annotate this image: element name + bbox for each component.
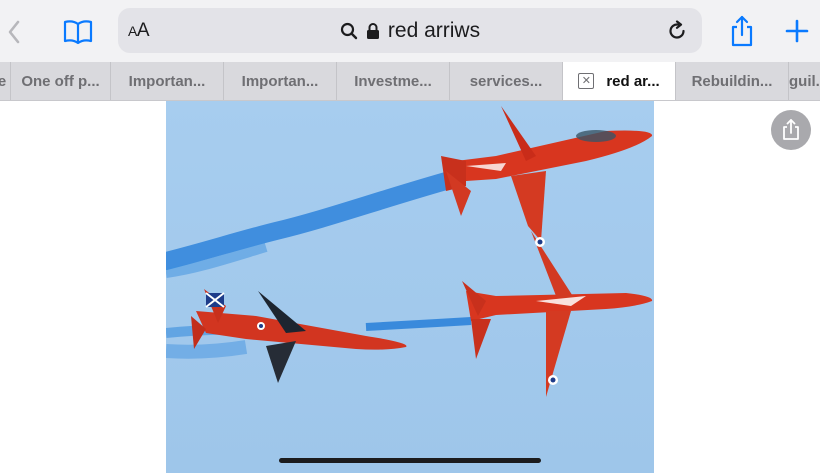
tab-label: Importan... bbox=[241, 72, 319, 90]
back-button[interactable] bbox=[0, 14, 28, 50]
tab-label: Rebuildin... bbox=[691, 72, 773, 90]
tab-active[interactable]: ✕ red ar... bbox=[562, 62, 675, 100]
magnifier-icon bbox=[340, 22, 358, 39]
book-icon bbox=[63, 20, 93, 45]
reload-icon bbox=[669, 20, 685, 39]
tab-label: One off p... bbox=[21, 72, 100, 90]
tab-label: Investme... bbox=[354, 72, 432, 90]
floating-share-button[interactable] bbox=[771, 110, 811, 150]
share-button[interactable] bbox=[722, 10, 762, 52]
text-size-large-label: A bbox=[136, 19, 150, 41]
tab[interactable]: Importan... bbox=[223, 62, 336, 100]
address-display: red arriws bbox=[118, 8, 702, 53]
tab[interactable]: Investme... bbox=[336, 62, 449, 100]
page-content bbox=[0, 101, 820, 473]
red-arrows-photo[interactable] bbox=[166, 101, 654, 473]
text-size-button[interactable]: AA bbox=[128, 8, 150, 53]
lock-icon bbox=[366, 22, 379, 39]
home-indicator[interactable] bbox=[279, 458, 541, 463]
tab-label: red ar... bbox=[606, 72, 660, 90]
address-bar[interactable]: AA red arriws bbox=[118, 8, 702, 53]
tab[interactable]: Importan... bbox=[110, 62, 223, 100]
tab-bar: e One off p... Importan... Importan... I… bbox=[0, 62, 820, 101]
new-tab-button[interactable] bbox=[778, 10, 816, 52]
share-icon bbox=[783, 119, 799, 140]
tab[interactable]: Rebuildin... bbox=[675, 62, 788, 100]
tab[interactable]: guil... bbox=[788, 62, 820, 100]
share-icon bbox=[731, 15, 753, 47]
tab-label: guil... bbox=[789, 72, 820, 90]
tab-label: Importan... bbox=[128, 72, 206, 90]
text-size-small-label: A bbox=[128, 22, 137, 39]
reload-button[interactable] bbox=[660, 14, 694, 48]
close-tab-icon[interactable]: ✕ bbox=[578, 73, 595, 89]
bookmarks-button[interactable] bbox=[58, 12, 98, 52]
tab[interactable]: One off p... bbox=[10, 62, 110, 100]
tab[interactable]: e bbox=[0, 62, 10, 100]
tab-label: e bbox=[0, 73, 6, 90]
plus-icon bbox=[785, 19, 809, 43]
tab-label: services... bbox=[469, 72, 543, 90]
photo-artwork bbox=[166, 101, 654, 473]
chevron-left-icon bbox=[8, 20, 20, 44]
address-text: red arriws bbox=[387, 18, 481, 42]
tab[interactable]: services... bbox=[449, 62, 562, 100]
browser-toolbar: AA red arriws bbox=[0, 0, 820, 62]
